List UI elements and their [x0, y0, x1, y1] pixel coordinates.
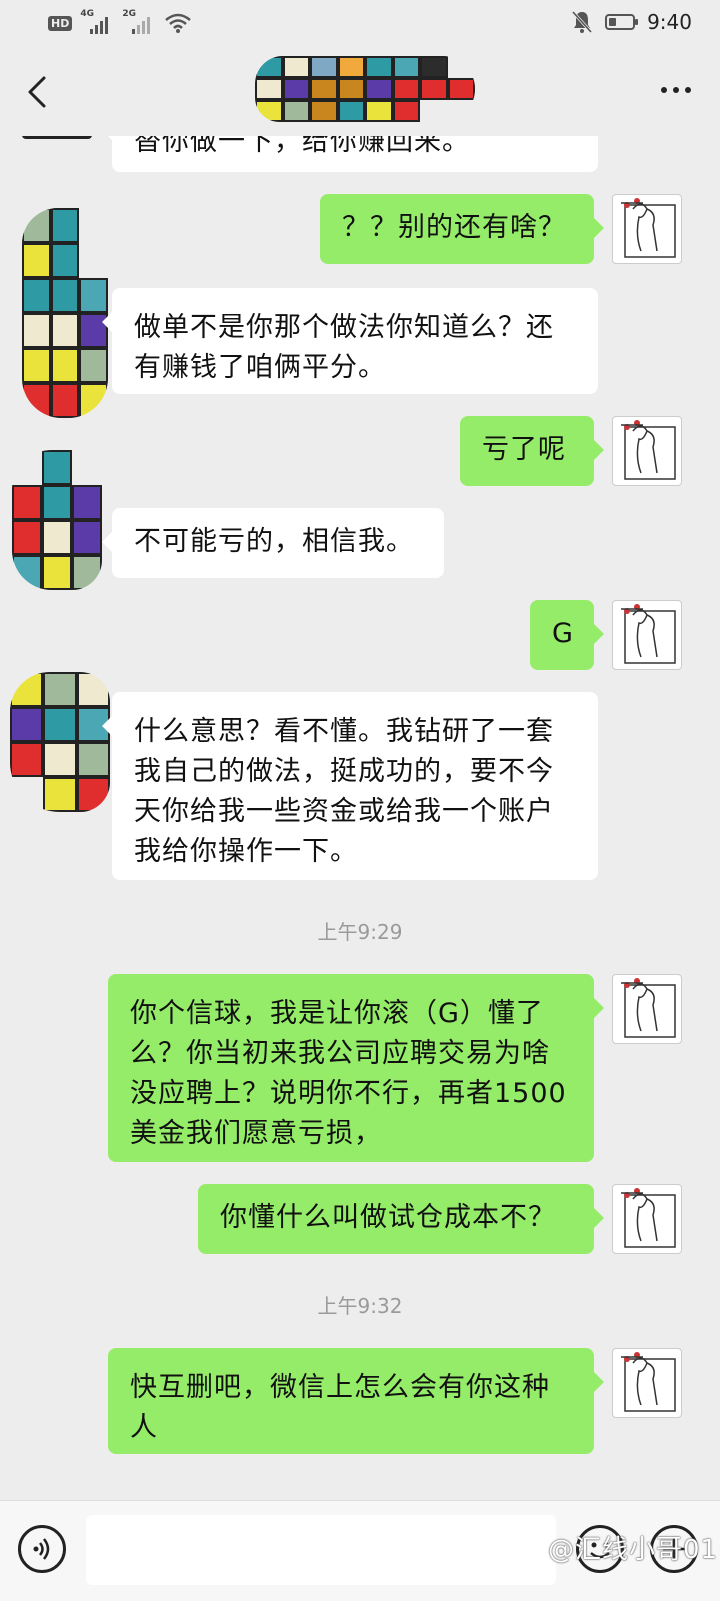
- timestamp: 上午9:32: [317, 1294, 403, 1318]
- message-bubble-outgoing[interactable]: 亏了呢: [460, 416, 604, 486]
- back-arrow-icon: [28, 76, 46, 108]
- my-avatar[interactable]: [612, 194, 682, 264]
- wifi-icon: [165, 13, 192, 33]
- signal-2g-icon: 2G: [122, 9, 156, 34]
- message-bubble-outgoing[interactable]: 你个信球，我是让你滚（G）懂了么？你当初来我公司应聘交易为啥没应聘上？说明你不行…: [108, 974, 604, 1162]
- cartoon-avatar-image: [621, 978, 676, 1038]
- contact-avatar[interactable]: [22, 136, 92, 139]
- input-bar: @汇线小哥01: [0, 1500, 720, 1601]
- mute-bell-icon: [571, 10, 593, 34]
- more-button[interactable]: [656, 78, 696, 102]
- status-right: 9:40: [571, 10, 692, 34]
- message-bubble-outgoing[interactable]: ？？别的还有啥？: [320, 194, 604, 264]
- message-bubble-incoming[interactable]: 替你做一下，给你赚回来。: [102, 136, 598, 172]
- my-avatar[interactable]: [612, 974, 682, 1044]
- my-avatar[interactable]: [612, 416, 682, 486]
- my-avatar[interactable]: [612, 1348, 682, 1418]
- battery-icon: [605, 14, 639, 30]
- contact-avatar[interactable]: [12, 450, 102, 590]
- cartoon-avatar-image: [621, 1352, 676, 1412]
- message-list[interactable]: 替你做一下，给你赚回来。 ？？别的还有啥？ 做单不是你那个做法你知道么？还有赚钱…: [0, 136, 720, 1500]
- contact-avatar[interactable]: [10, 672, 110, 812]
- message-bubble-incoming[interactable]: 不可能亏的，相信我。: [102, 508, 444, 578]
- watermark: @汇线小哥01: [548, 1535, 719, 1565]
- redacted-contact-name: [255, 56, 475, 122]
- signal-4g-icon: 4G: [80, 9, 114, 34]
- message-input[interactable]: [86, 1515, 556, 1585]
- cartoon-avatar-image: [621, 198, 676, 258]
- hd-icon: HD: [48, 15, 73, 31]
- voice-button[interactable]: [18, 1525, 66, 1573]
- message-bubble-outgoing[interactable]: G: [530, 600, 604, 670]
- message-bubble-outgoing[interactable]: 你懂什么叫做试仓成本不？: [198, 1184, 604, 1254]
- clock: 9:40: [647, 10, 692, 34]
- my-avatar[interactable]: [612, 600, 682, 670]
- my-avatar[interactable]: [612, 1184, 682, 1254]
- message-bubble-incoming[interactable]: 做单不是你那个做法你知道么？还有赚钱了咱俩平分。: [102, 288, 598, 394]
- timestamp: 上午9:29: [317, 920, 403, 944]
- status-indicators: HD 4G 2G: [48, 9, 192, 34]
- status-bar: HD 4G 2G 9:40: [0, 0, 720, 48]
- more-dots-icon: [661, 87, 691, 93]
- message-bubble-outgoing[interactable]: 快互删吧，微信上怎么会有你这种人: [108, 1348, 604, 1454]
- cartoon-avatar-image: [621, 420, 676, 480]
- contact-avatar[interactable]: [22, 208, 108, 418]
- back-button[interactable]: [20, 70, 56, 114]
- cartoon-avatar-image: [621, 604, 676, 664]
- message-bubble-incoming[interactable]: 什么意思？看不懂。我钻研了一套我自己的做法，挺成功的，要不今天你给我一些资金或给…: [102, 692, 598, 880]
- chat-header: [0, 48, 720, 136]
- cartoon-avatar-image: [621, 1188, 676, 1248]
- voice-icon: [33, 1538, 50, 1560]
